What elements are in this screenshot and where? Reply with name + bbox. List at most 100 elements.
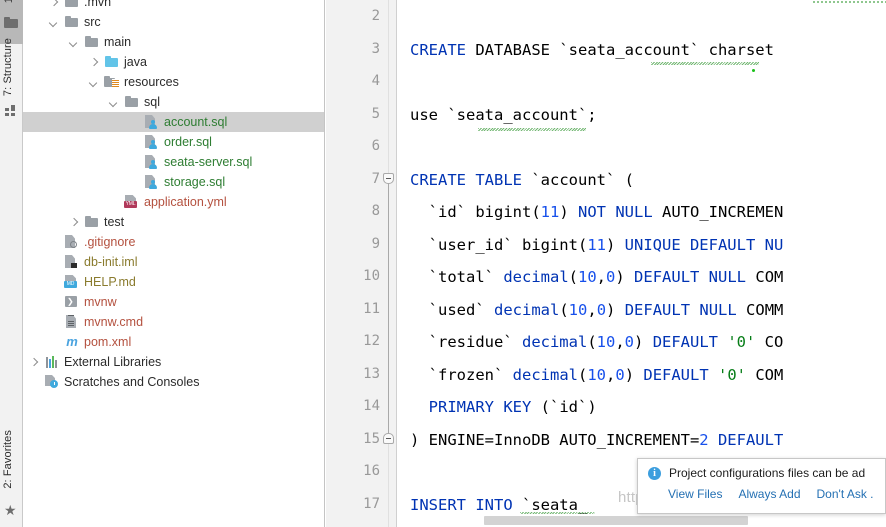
tree-row-pom-xml[interactable]: m pom.xml bbox=[23, 332, 324, 352]
tree-row-label: mvnw.cmd bbox=[84, 315, 144, 329]
tree-row-label: application.yml bbox=[144, 195, 227, 209]
line-number: 6 bbox=[371, 138, 380, 154]
chevron-down-icon[interactable] bbox=[88, 76, 100, 88]
tree-arrow-placeholder bbox=[48, 296, 60, 308]
code-text-area[interactable]: CREATE DATABASE `seata_account` charset u… bbox=[398, 0, 886, 527]
code-token: `id` bbox=[410, 203, 476, 221]
tree-row-order-sql[interactable]: order.sql bbox=[23, 132, 324, 152]
code-token: ( bbox=[559, 300, 569, 319]
tree-row-label: db-init.iml bbox=[84, 255, 138, 269]
chevron-right-icon[interactable] bbox=[28, 356, 40, 368]
code-token: decimal bbox=[503, 268, 569, 286]
dont-ask-link[interactable]: Don't Ask . bbox=[817, 487, 874, 501]
tree-row-seata-server-sql[interactable]: seata-server.sql bbox=[23, 152, 324, 172]
chevron-right-icon[interactable] bbox=[48, 0, 60, 8]
sql-file-icon bbox=[144, 155, 160, 169]
chevron-right-icon[interactable] bbox=[88, 56, 100, 68]
tree-indent-spacer bbox=[23, 282, 48, 283]
code-token: 2 bbox=[699, 430, 709, 449]
code-line-8: `id` bigint(11) NOT NULL AUTO_INCREMEN bbox=[410, 203, 784, 221]
code-token: (`id`) bbox=[540, 398, 597, 416]
tool-tab-favorites[interactable]: 2: Favorites bbox=[2, 430, 14, 489]
tree-arrow-placeholder bbox=[28, 376, 40, 388]
code-token: ) bbox=[615, 268, 635, 286]
tree-row-sql[interactable]: sql bbox=[23, 92, 324, 112]
project-folder-icon bbox=[4, 17, 18, 28]
code-token: UNIQUE DEFAULT NU bbox=[624, 235, 784, 254]
chevron-down-icon[interactable] bbox=[68, 36, 80, 48]
line-number: 4 bbox=[371, 73, 380, 89]
chevron-right-icon[interactable] bbox=[68, 216, 80, 228]
tool-tab-structure[interactable]: 7: Structure bbox=[2, 38, 14, 96]
external-libraries-icon bbox=[44, 355, 60, 369]
line-number: 11 bbox=[363, 300, 380, 317]
code-token: 11 bbox=[587, 235, 606, 254]
folder-icon bbox=[84, 35, 100, 49]
tree-row-test[interactable]: test bbox=[23, 212, 324, 232]
code-token: 10 bbox=[596, 333, 616, 351]
code-token: ) bbox=[624, 365, 644, 384]
code-token: AUTO_INCREMEN bbox=[662, 203, 784, 221]
tree-row-resources[interactable]: resources bbox=[23, 72, 324, 92]
tree-arrow-placeholder bbox=[48, 236, 60, 248]
tree-row-mvnw-cmd[interactable]: mvnw.cmd bbox=[23, 312, 324, 332]
tree-row-scratches-and-consoles[interactable]: Scratches and Consoles bbox=[23, 372, 324, 392]
line-number: 8 bbox=[371, 203, 380, 219]
folder-icon bbox=[64, 15, 80, 29]
code-token: COMM bbox=[746, 300, 784, 319]
tree-row-label: order.sql bbox=[164, 135, 212, 149]
code-token: 10 bbox=[578, 268, 597, 286]
code-token: , bbox=[615, 333, 625, 351]
code-token: decimal bbox=[521, 333, 588, 351]
line-number: 16 bbox=[363, 463, 380, 479]
code-token: 0 bbox=[596, 300, 607, 319]
editor-horizontal-scrollbar-track[interactable] bbox=[398, 514, 886, 527]
fold-marker-close[interactable] bbox=[383, 433, 394, 444]
notification-popup[interactable]: i Project configurations files can be ad… bbox=[637, 458, 886, 514]
code-token: ( bbox=[568, 268, 578, 286]
tree-row-src[interactable]: src bbox=[23, 12, 324, 32]
tree-row-mvnw[interactable]: ❯ mvnw bbox=[23, 292, 324, 312]
tree-indent-spacer bbox=[23, 42, 68, 43]
code-token: INSERT INTO bbox=[410, 495, 522, 514]
gitignore-file-icon bbox=[64, 235, 80, 249]
tree-row-storage-sql[interactable]: storage.sql bbox=[23, 172, 324, 192]
line-number: 12 bbox=[363, 333, 380, 349]
spellcheck-underline bbox=[478, 128, 586, 131]
tree-row-label: External Libraries bbox=[64, 355, 162, 369]
code-editor[interactable]: 2 3 4 5 6 7 8 9 10 11 12 13 14 15 16 17 CREATE DATABASE… bbox=[326, 0, 886, 527]
tree-row-application-yml[interactable]: YML application.yml bbox=[23, 192, 324, 212]
tree-row-java[interactable]: java bbox=[23, 52, 324, 72]
tree-row-label: HELP.md bbox=[84, 275, 136, 289]
chevron-down-icon[interactable] bbox=[48, 16, 60, 28]
tree-indent-spacer bbox=[23, 162, 128, 163]
fold-stem bbox=[388, 184, 389, 434]
tree-row-account-sql[interactable]: account.sql bbox=[23, 112, 324, 132]
tree-row-gitignore[interactable]: .gitignore bbox=[23, 232, 324, 252]
tree-row-help-md[interactable]: MD HELP.md bbox=[23, 272, 324, 292]
code-token: PRIMARY KEY bbox=[410, 398, 541, 416]
chevron-down-icon[interactable] bbox=[108, 96, 120, 108]
maven-pom-icon: m bbox=[66, 334, 78, 349]
code-token: 10 bbox=[568, 300, 588, 319]
tree-row-mvn[interactable]: .mvn bbox=[23, 0, 324, 12]
tree-indent-spacer bbox=[23, 222, 68, 223]
code-token: DEFAULT bbox=[708, 430, 784, 449]
structure-grid-icon bbox=[5, 105, 16, 116]
always-add-link[interactable]: Always Add bbox=[738, 487, 800, 501]
code-token: '0' bbox=[718, 365, 747, 384]
editor-horizontal-scrollbar-thumb[interactable] bbox=[484, 516, 748, 525]
fold-marker-open[interactable] bbox=[383, 173, 394, 184]
tree-arrow-placeholder bbox=[48, 276, 60, 288]
tree-row-label: Scratches and Consoles bbox=[64, 375, 200, 389]
tree-arrow-placeholder bbox=[48, 336, 60, 348]
tree-indent-spacer bbox=[23, 22, 48, 23]
tree-row-main[interactable]: main bbox=[23, 32, 324, 52]
tree-indent-spacer bbox=[23, 242, 48, 243]
view-files-link[interactable]: View Files bbox=[668, 487, 722, 501]
cmd-file-icon bbox=[64, 315, 80, 329]
tree-row-external-libraries[interactable]: External Libraries bbox=[23, 352, 324, 372]
code-token: decimal bbox=[494, 300, 560, 319]
code-token: 11 bbox=[540, 203, 560, 221]
tree-row-db-init-iml[interactable]: db-init.iml bbox=[23, 252, 324, 272]
